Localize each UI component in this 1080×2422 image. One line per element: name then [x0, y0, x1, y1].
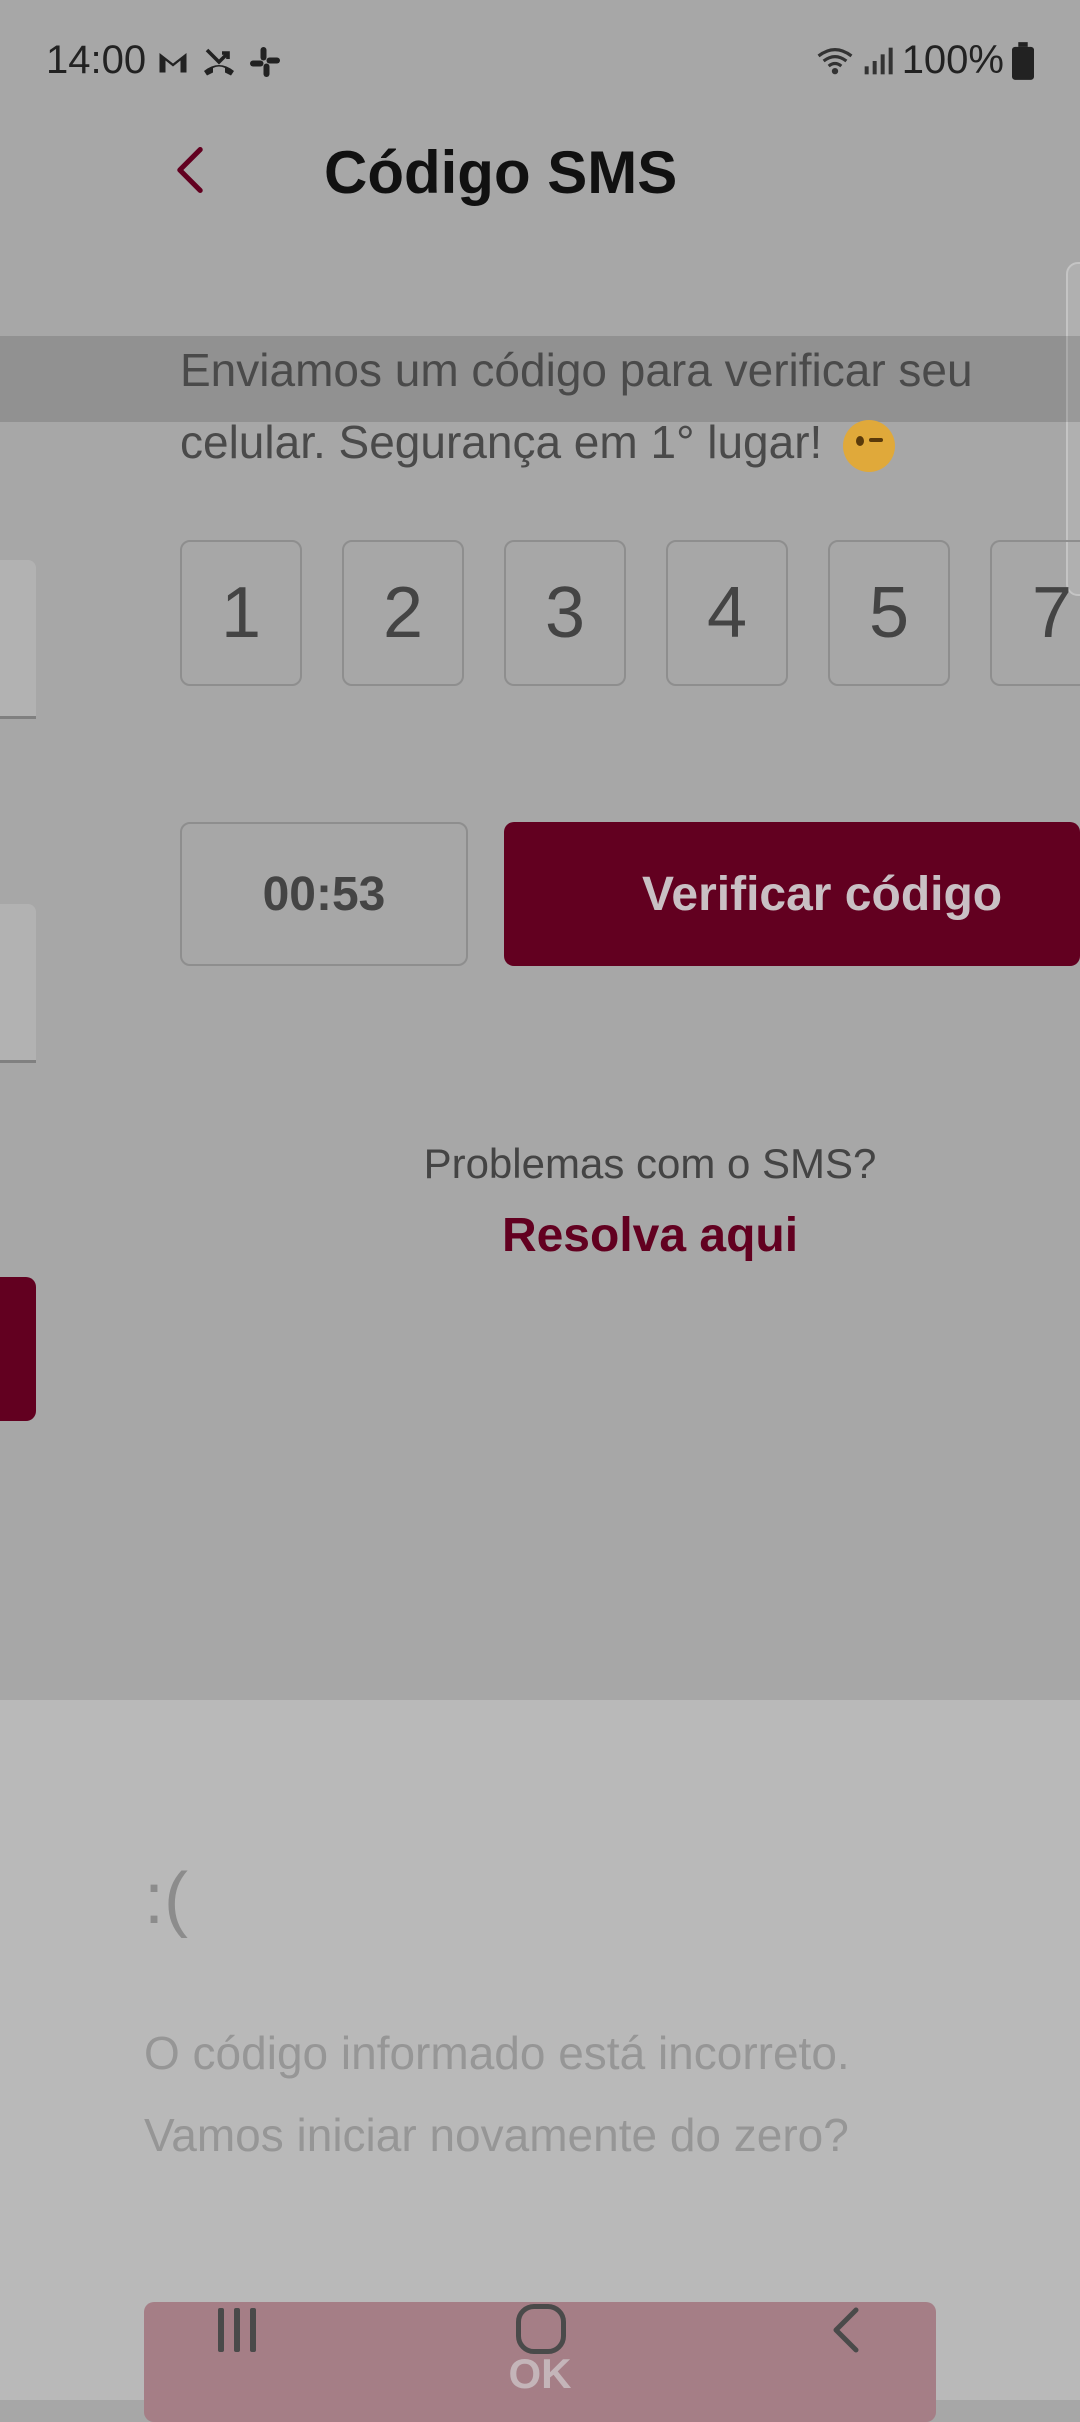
home-icon[interactable] [516, 2304, 566, 2354]
back-button[interactable] [160, 140, 220, 200]
sms-problems-text: Problemas com o SMS? [423, 1140, 877, 1187]
background-field [0, 560, 36, 719]
status-right: 100% [816, 38, 1034, 83]
code-digit-4[interactable]: 4 [666, 540, 788, 686]
nav-back-icon[interactable] [826, 2306, 866, 2354]
countdown-timer: 00:53 [180, 822, 468, 966]
notification-icons [155, 44, 283, 80]
error-line-1: O código informado está incorreto. [144, 2027, 850, 2079]
missed-call-icon [204, 48, 234, 76]
intro-text: Enviamos um código para verificar seu ce… [180, 334, 1040, 478]
error-line-2: Vamos iniciar novamente do zero? [144, 2109, 849, 2161]
wink-emoji-icon [843, 419, 896, 472]
ok-button-label: OK [508, 2350, 572, 2397]
code-digit-1[interactable]: 1 [180, 540, 302, 686]
recent-apps-icon[interactable] [218, 2308, 264, 2352]
page-title: Código SMS [324, 139, 678, 206]
code-digit-2[interactable]: 2 [342, 540, 464, 686]
verify-code-button[interactable]: Verificar código [504, 822, 1080, 966]
back-arrow-icon [177, 147, 203, 193]
battery-icon [1012, 41, 1034, 80]
background-field [0, 904, 36, 1063]
code-digit-3[interactable]: 3 [504, 540, 626, 686]
gmail-icon [159, 53, 187, 73]
error-message: O código informado está incorreto. Vamos… [144, 2012, 1044, 2176]
sad-emoticon: :( [144, 1859, 188, 1939]
signal-icon [864, 47, 893, 74]
slack-icon [250, 47, 280, 77]
code-digit-5[interactable]: 5 [828, 540, 950, 686]
background-button [0, 1277, 36, 1421]
battery-percent: 100% [901, 38, 1004, 82]
wifi-icon [817, 47, 853, 74]
status-time: 14:00 [46, 38, 147, 82]
code-digit-6[interactable]: 7 [990, 540, 1080, 686]
resolve-here-link[interactable]: Resolva aqui [0, 1208, 1080, 1263]
